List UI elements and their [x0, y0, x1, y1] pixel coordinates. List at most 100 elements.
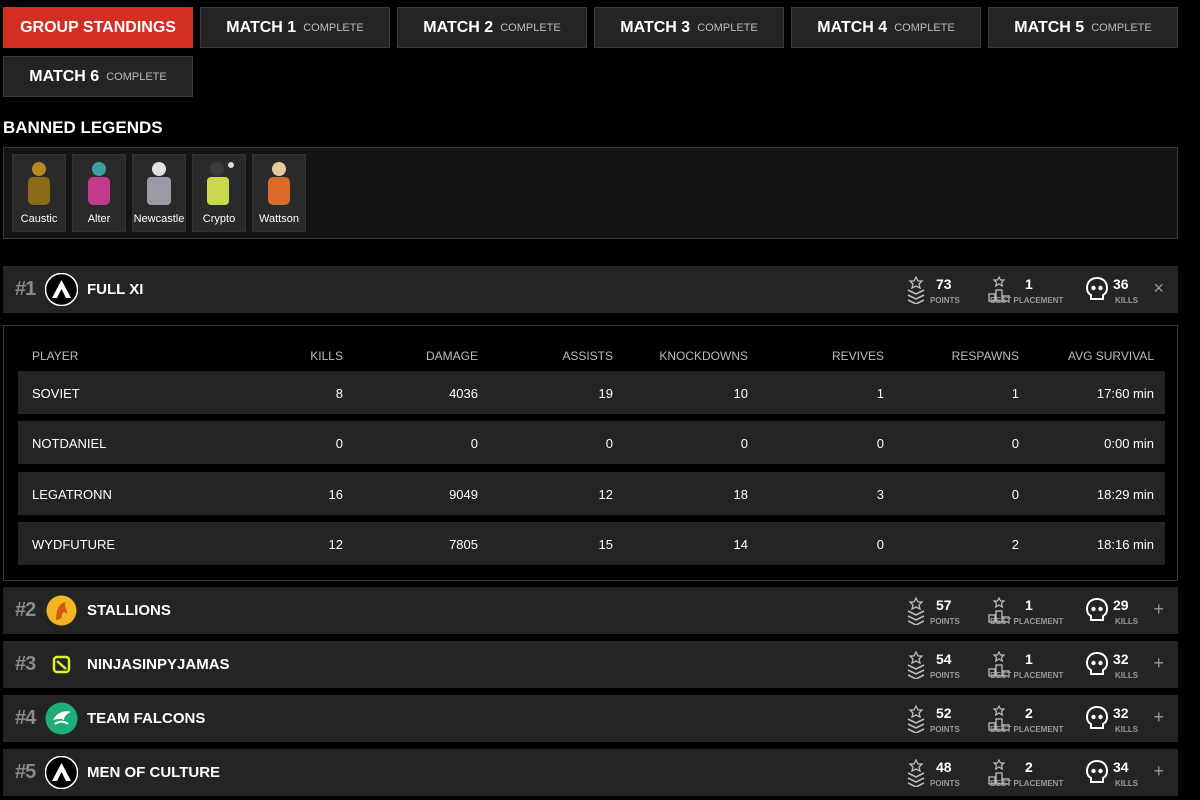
tab-match-2[interactable]: MATCH 2 COMPLETE [397, 7, 587, 48]
player-name: NOTDANIEL [32, 436, 107, 451]
kills-cell: 0 [335, 436, 343, 451]
best-placement-value: 1 [1025, 597, 1033, 613]
best-placement-stat: 1 BEST PLACEMENT [988, 647, 1078, 683]
expand-icon[interactable]: + [1153, 599, 1164, 620]
points-value: 48 [936, 759, 952, 775]
kills-cell: 16 [328, 487, 343, 502]
knockdowns-cell: 0 [740, 436, 748, 451]
skull-icon [1085, 705, 1109, 736]
team-row[interactable]: #5 MEN OF CULTURE 48 POINTS 2 BEST PLACE… [3, 749, 1178, 796]
points-value: 73 [936, 276, 952, 292]
column-header: DAMAGE [425, 349, 478, 363]
team-row[interactable]: #2 STALLIONS 57 POINTS 1 BEST PLACEMENT … [3, 587, 1178, 634]
player-table-header: PLAYER KILLS DAMAGE ASSISTS KNOCKDOWNS R… [18, 349, 1165, 363]
points-stat: 73 POINTS [906, 272, 976, 308]
points-label: POINTS [930, 296, 960, 305]
best-placement-stat: 1 BEST PLACEMENT [988, 272, 1078, 308]
assists-cell: 0 [605, 436, 613, 451]
points-value: 57 [936, 597, 952, 613]
team-row[interactable]: #4 TEAM FALCONS 52 POINTS 2 BEST PLACEME… [3, 695, 1178, 742]
tab-match-4[interactable]: MATCH 4 COMPLETE [791, 7, 981, 48]
kills-stat: 32 KILLS [1085, 647, 1145, 683]
kills-cell: 8 [335, 386, 343, 401]
legend-card-alter: Alter [72, 154, 126, 232]
table-row: SOVIET 8 4036 19 10 1 1 17:60 min [18, 371, 1165, 414]
team-rank: #5 [15, 761, 36, 783]
tab-match-6[interactable]: MATCH 6 COMPLETE [3, 56, 193, 97]
knockdowns-cell: 10 [733, 386, 748, 401]
best-placement-stat: 2 BEST PLACEMENT [988, 755, 1078, 791]
legend-name: Wattson [259, 213, 299, 225]
player-name: LEGATRONN [32, 487, 112, 502]
knockdowns-cell: 18 [733, 487, 748, 502]
column-header: KILLS [310, 349, 343, 363]
best-placement-label: BEST PLACEMENT [990, 671, 1064, 680]
kills-label: KILLS [1115, 671, 1139, 680]
assists-cell: 12 [598, 487, 613, 502]
damage-cell: 9049 [449, 487, 478, 502]
kills-stat: 36 KILLS [1085, 272, 1145, 308]
respawns-cell: 0 [1011, 436, 1019, 451]
best-placement-value: 1 [1025, 276, 1033, 292]
newcastle-portrait-icon [147, 162, 171, 205]
apex-logo-icon [44, 272, 79, 307]
expand-icon[interactable]: + [1153, 653, 1164, 674]
expand-icon[interactable]: + [1153, 761, 1164, 782]
apex-logo-icon [44, 755, 79, 790]
tab-group-standings[interactable]: GROUP STANDINGS [3, 7, 193, 48]
crypto-portrait-icon [207, 162, 234, 205]
close-icon[interactable]: × [1153, 278, 1164, 299]
respawns-cell: 2 [1011, 537, 1019, 552]
legend-name: Newcastle [133, 213, 185, 225]
expand-icon[interactable]: + [1153, 707, 1164, 728]
kills-label: KILLS [1115, 779, 1139, 788]
player-name: WYDFUTURE [32, 537, 116, 552]
team-name: TEAM FALCONS [87, 710, 206, 727]
medal-icon [906, 704, 926, 738]
best-placement-value: 2 [1025, 759, 1033, 775]
tab-match-1[interactable]: MATCH 1 COMPLETE [200, 7, 390, 48]
skull-icon [1085, 276, 1109, 307]
tab-label: MATCH 2 [423, 18, 494, 36]
column-header: AVG SURVIVAL [1067, 349, 1154, 363]
revives-cell: 1 [876, 386, 884, 401]
kills-stat: 29 KILLS [1085, 593, 1145, 629]
wattson-portrait-icon [268, 162, 290, 205]
medal-icon [906, 275, 926, 309]
team-name: FULL XI [87, 281, 144, 298]
revives-cell: 0 [876, 436, 884, 451]
legend-name: Crypto [202, 213, 236, 225]
legend-card-crypto: Crypto [192, 154, 246, 232]
kills-stat: 34 KILLS [1085, 755, 1145, 791]
tab-status: COMPLETE [106, 70, 167, 83]
best-placement-stat: 2 BEST PLACEMENT [988, 701, 1078, 737]
legend-name: Caustic [20, 213, 58, 225]
assists-cell: 19 [598, 386, 613, 401]
respawns-cell: 1 [1011, 386, 1019, 401]
damage-cell: 7805 [449, 537, 478, 552]
banned-legends-panel: Caustic Alter Newcastle Crypto Wattson [3, 147, 1178, 239]
table-row: LEGATRONN 16 9049 12 18 3 0 18:29 min [18, 472, 1165, 515]
tab-label: MATCH 6 [29, 67, 100, 85]
points-stat: 52 POINTS [906, 701, 976, 737]
points-stat: 48 POINTS [906, 755, 976, 791]
tab-match-3[interactable]: MATCH 3 COMPLETE [594, 7, 784, 48]
best-placement-label: BEST PLACEMENT [990, 779, 1064, 788]
revives-cell: 0 [876, 537, 884, 552]
tab-label: MATCH 5 [1014, 18, 1085, 36]
skull-icon [1085, 759, 1109, 790]
kills-label: KILLS [1115, 617, 1139, 626]
team-row[interactable]: #3 NINJASINPYJAMAS 54 POINTS 1 BEST PLAC… [3, 641, 1178, 688]
tab-status: COMPLETE [697, 21, 758, 34]
column-header: PLAYER [32, 349, 79, 363]
medal-icon [906, 596, 926, 630]
tab-match-5[interactable]: MATCH 5 COMPLETE [988, 7, 1178, 48]
points-label: POINTS [930, 725, 960, 734]
team-row[interactable]: #1 FULL XI 73 POINTS 1 BEST PLACEMENT 36… [3, 266, 1178, 313]
tab-label: MATCH 3 [620, 18, 691, 36]
team-name: NINJASINPYJAMAS [87, 656, 230, 673]
team-rank: #3 [15, 653, 36, 675]
assists-cell: 15 [598, 537, 613, 552]
avg-survival-cell: 18:16 min [1096, 537, 1154, 552]
banned-legends-title: BANNED LEGENDS [3, 118, 163, 137]
